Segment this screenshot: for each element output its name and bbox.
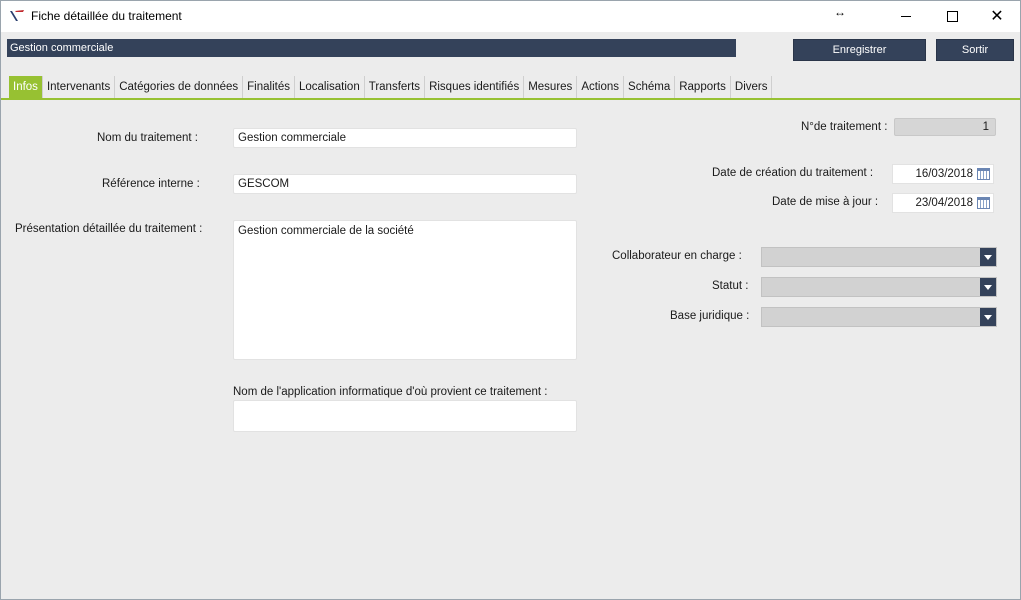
chevron-down-icon [984, 284, 992, 290]
tab-mesures[interactable]: Mesures [524, 76, 578, 98]
dropdown-arrow[interactable] [980, 308, 996, 326]
collaborateur-label: Collaborateur en charge : [612, 250, 742, 262]
app-logo-icon [10, 10, 24, 21]
maximize-icon [946, 11, 958, 22]
tab-underline [1, 98, 1020, 100]
app-window: Fiche détaillée du traitement ↔ ✕ Gestio… [0, 0, 1021, 600]
reference-interne-label: Référence interne : [102, 178, 200, 190]
nom-traitement-input[interactable]: Gestion commerciale [233, 128, 577, 148]
application-label: Nom de l'application informatique d'où p… [233, 386, 548, 398]
tab-infos[interactable]: Infos [9, 76, 43, 98]
reference-interne-input[interactable]: GESCOM [233, 174, 577, 194]
tab-divers[interactable]: Divers [731, 76, 773, 98]
date-maj-value: 23/04/2018 [915, 197, 973, 209]
base-juridique-select[interactable] [761, 307, 997, 327]
date-creation-label: Date de création du traitement : [712, 167, 874, 179]
application-input[interactable] [233, 400, 577, 432]
maximize-button[interactable] [929, 1, 975, 32]
date-creation-value: 16/03/2018 [915, 168, 973, 180]
statut-label: Statut : [712, 280, 749, 292]
date-creation-picker[interactable]: 16/03/2018 [892, 164, 994, 184]
tab-intervenants[interactable]: Intervenants [43, 76, 116, 98]
tab-rapports[interactable]: Rapports [675, 76, 731, 98]
presentation-textarea[interactable]: Gestion commerciale de la société [233, 220, 577, 360]
minimize-icon [901, 16, 911, 17]
record-name-bar: Gestion commerciale [7, 39, 736, 57]
date-maj-picker[interactable]: 23/04/2018 [892, 193, 994, 213]
dropdown-arrow[interactable] [980, 278, 996, 296]
tab-risques[interactable]: Risques identifiés [425, 76, 525, 98]
numero-traitement-label: N°de traitement : [801, 121, 888, 133]
tab-transferts[interactable]: Transferts [365, 76, 426, 98]
window-title: Fiche détaillée du traitement [31, 9, 182, 23]
base-juridique-label: Base juridique : [670, 310, 750, 322]
resize-arrows-icon: ↔ [834, 5, 846, 19]
chevron-down-icon [984, 314, 992, 320]
tab-finalites[interactable]: Finalités [243, 76, 295, 98]
nom-traitement-label: Nom du traitement : [97, 132, 198, 144]
date-maj-label: Date de mise à jour : [772, 196, 879, 208]
dropdown-arrow[interactable] [980, 248, 996, 266]
numero-traitement-field: 1 [894, 118, 996, 136]
tab-localisation[interactable]: Localisation [295, 76, 365, 98]
save-button[interactable]: Enregistrer [793, 39, 926, 61]
title-bar: Fiche détaillée du traitement ↔ ✕ [1, 1, 1020, 32]
presentation-label: Présentation détaillée du traitement : [15, 223, 203, 235]
chevron-down-icon [984, 254, 992, 260]
calendar-icon[interactable] [977, 197, 990, 209]
close-button[interactable]: ✕ [974, 1, 1020, 32]
exit-button[interactable]: Sortir [936, 39, 1014, 61]
collaborateur-select[interactable] [761, 247, 997, 267]
minimize-button[interactable] [883, 1, 929, 32]
tab-actions[interactable]: Actions [577, 76, 625, 98]
tab-schema[interactable]: Schéma [624, 76, 676, 98]
statut-select[interactable] [761, 277, 997, 297]
close-icon: ✕ [990, 7, 1004, 25]
calendar-icon[interactable] [977, 168, 990, 180]
tab-bar: Infos Intervenants Catégories de données… [9, 76, 773, 98]
tab-categories-donnees[interactable]: Catégories de données [115, 76, 244, 98]
